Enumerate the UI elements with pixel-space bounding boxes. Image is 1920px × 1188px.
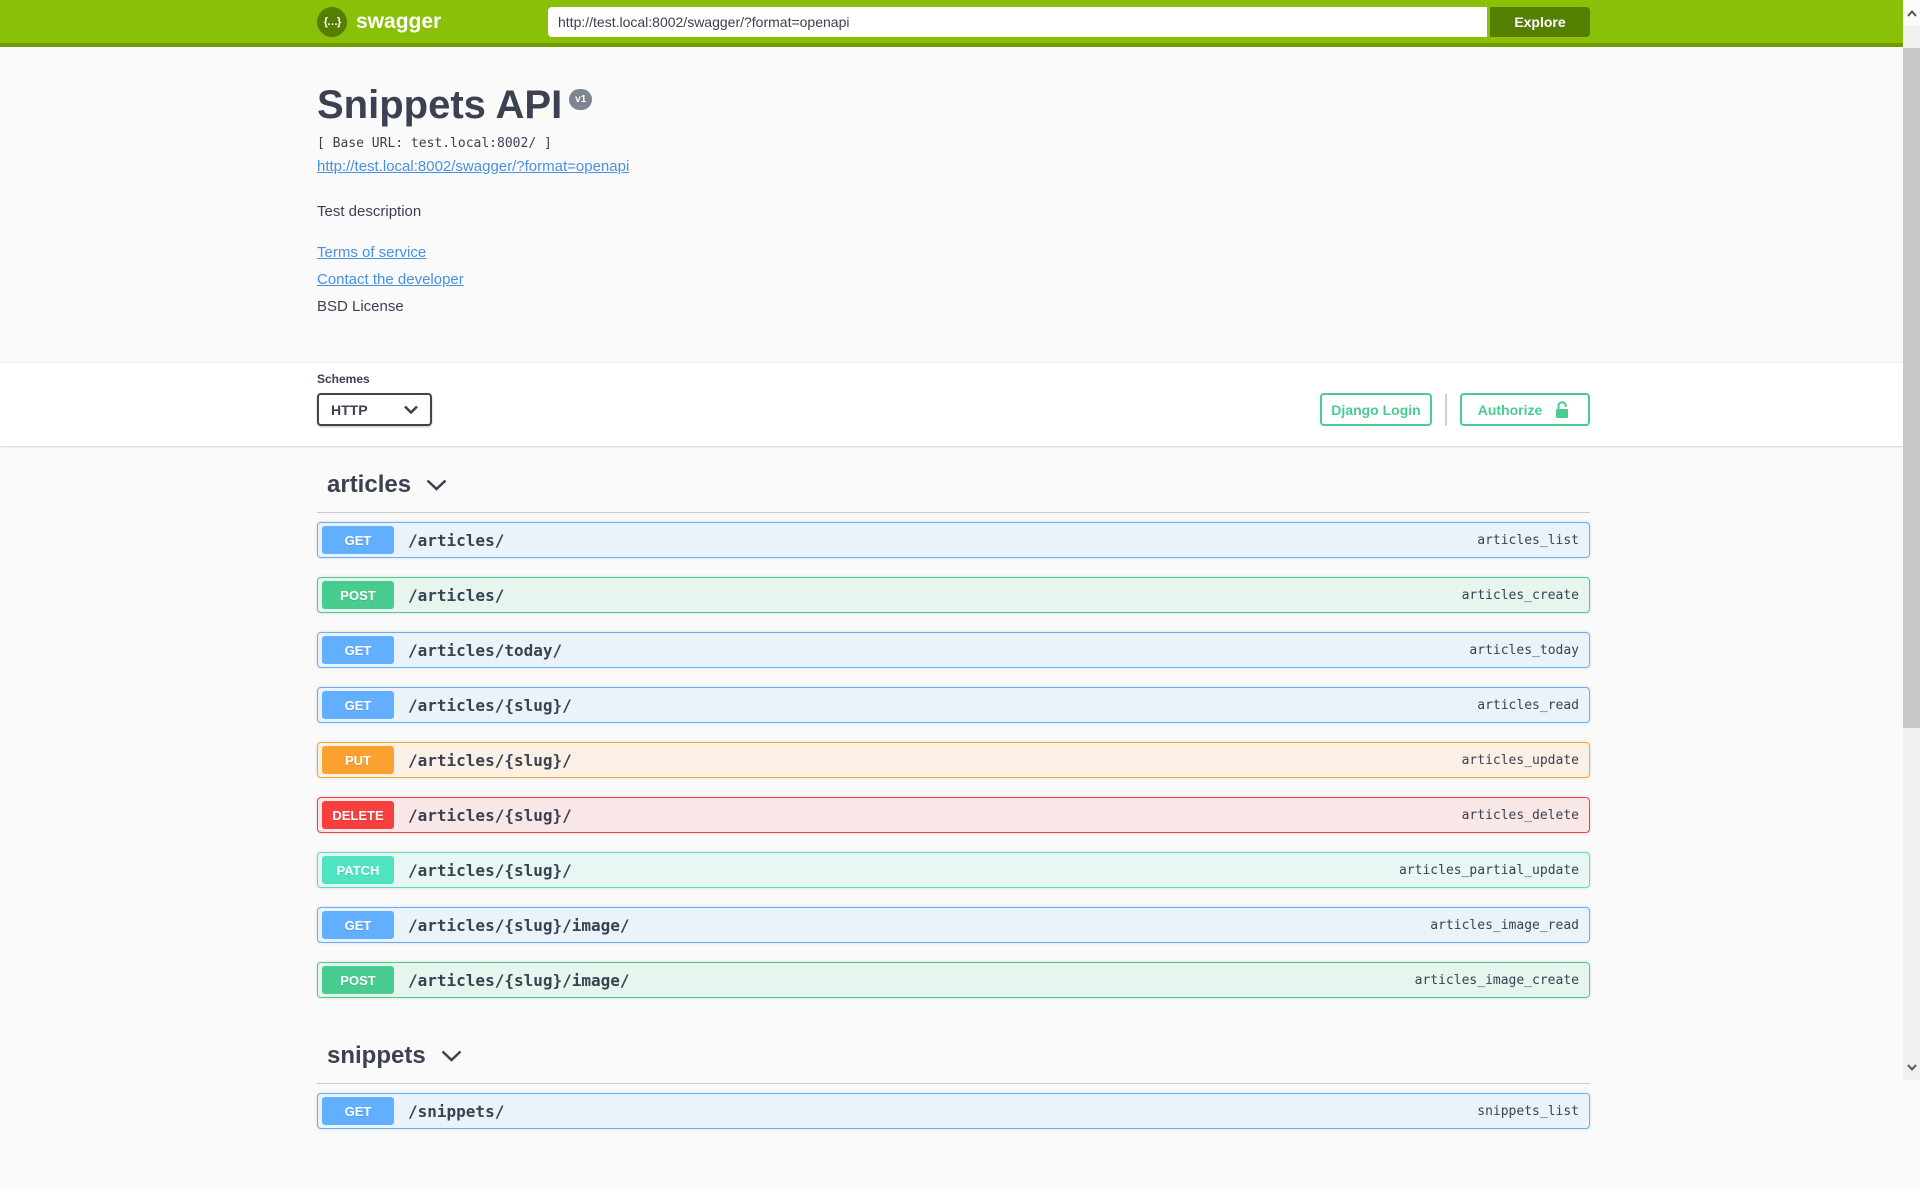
scheme-selected-value: HTTP: [331, 401, 368, 418]
op-path: /articles/{slug}/: [408, 695, 572, 715]
op-id: articles_update: [1461, 752, 1579, 768]
op-id: snippets_list: [1477, 1103, 1579, 1119]
topbar: {…} swagger Explore: [0, 0, 1920, 47]
schemes-block: Schemes HTTP: [317, 372, 432, 426]
download-url-form: Explore: [548, 6, 1590, 37]
op-id: articles_list: [1477, 532, 1579, 548]
info-section: Snippets API v1 [ Base URL: test.local:80…: [0, 47, 1920, 363]
op-path: /articles/{slug}/: [408, 750, 572, 770]
method-badge: POST: [322, 581, 394, 609]
section-header[interactable]: articles: [317, 446, 1590, 512]
scroll-up-button[interactable]: [1903, 0, 1920, 26]
swagger-logo-text: swagger: [356, 9, 442, 33]
op-id: articles_image_read: [1430, 917, 1579, 933]
op-row[interactable]: GET /snippets/ snippets_list: [317, 1093, 1590, 1129]
scroll-down-arrow-icon: [1906, 1063, 1917, 1071]
contact-developer-link[interactable]: Contact the developer: [317, 271, 1590, 288]
section-chevron-down-icon: [441, 1050, 462, 1062]
auth-divider: [1445, 393, 1447, 426]
scrollbar-thumb[interactable]: [1903, 48, 1920, 728]
lock-open-icon: [1556, 400, 1569, 418]
op-path: /articles/{slug}/: [408, 860, 572, 880]
scroll-up-arrow-icon: [1906, 9, 1917, 17]
method-badge: GET: [322, 911, 394, 939]
method-badge: POST: [322, 966, 394, 994]
license-text: BSD License: [317, 298, 404, 315]
operations-area: articles GET /articles/ articles_list PO…: [317, 446, 1590, 1188]
method-badge: GET: [322, 526, 394, 554]
swagger-logo: {…} swagger: [317, 6, 442, 37]
op-path: /articles/{slug}/image/: [408, 915, 630, 935]
base-url: [ Base URL: test.local:8002/ ]: [317, 136, 552, 151]
op-row[interactable]: PATCH /articles/{slug}/ articles_partial…: [317, 852, 1590, 888]
scrollbar[interactable]: [1903, 0, 1920, 1080]
method-badge: DELETE: [322, 801, 394, 829]
op-id: articles_partial_update: [1398, 862, 1579, 878]
op-row[interactable]: DELETE /articles/{slug}/ articles_delete: [317, 797, 1590, 833]
op-row[interactable]: GET /articles/ articles_list: [317, 522, 1590, 558]
spec-url-input[interactable]: [548, 6, 1487, 37]
op-id: articles_today: [1469, 642, 1579, 658]
op-row[interactable]: POST /articles/{slug}/image/ articles_im…: [317, 962, 1590, 998]
op-path: /articles/: [408, 530, 505, 550]
section-header[interactable]: snippets: [317, 1017, 1590, 1083]
method-badge: GET: [322, 636, 394, 664]
api-title: Snippets API: [317, 83, 563, 127]
op-id: articles_create: [1461, 587, 1579, 603]
op-path: /articles/today/: [408, 640, 563, 660]
version-badge: v1: [569, 89, 593, 110]
section-title: snippets: [327, 1042, 426, 1069]
spec-link[interactable]: http://test.local:8002/swagger/?format=o…: [317, 158, 629, 175]
method-badge: PATCH: [322, 856, 394, 884]
opblock-tag-section: articles GET /articles/ articles_list PO…: [317, 446, 1590, 998]
method-badge: GET: [322, 1097, 394, 1125]
method-badge: GET: [322, 691, 394, 719]
scheme-container: Schemes HTTP Django Login Authorize: [0, 363, 1920, 446]
op-id: articles_read: [1477, 697, 1579, 713]
op-path: /articles/: [408, 585, 505, 605]
op-list: GET /snippets/ snippets_list: [317, 1084, 1590, 1129]
django-login-button[interactable]: Django Login: [1320, 393, 1432, 426]
op-list: GET /articles/ articles_list POST /artic…: [317, 513, 1590, 998]
terms-of-service-link[interactable]: Terms of service: [317, 244, 1590, 261]
api-description: Test description: [317, 203, 422, 220]
chevron-down-icon: [404, 405, 418, 414]
op-row[interactable]: GET /articles/today/ articles_today: [317, 632, 1590, 668]
section-chevron-down-icon: [426, 479, 447, 491]
opblock-tag-section: snippets GET /snippets/ snippets_list: [317, 1017, 1590, 1129]
op-id: articles_delete: [1461, 807, 1579, 823]
op-row[interactable]: GET /articles/{slug}/image/ articles_ima…: [317, 907, 1590, 943]
schemes-label: Schemes: [317, 372, 370, 386]
op-path: /snippets/: [408, 1101, 505, 1121]
scheme-select[interactable]: HTTP: [317, 393, 432, 426]
swagger-logo-icon: {…}: [317, 6, 347, 37]
explore-button[interactable]: Explore: [1490, 6, 1590, 37]
op-id: articles_image_create: [1414, 972, 1579, 988]
op-row[interactable]: GET /articles/{slug}/ articles_read: [317, 687, 1590, 723]
authorize-button[interactable]: Authorize: [1460, 393, 1590, 426]
op-path: /articles/{slug}/image/: [408, 970, 630, 990]
op-path: /articles/{slug}/: [408, 805, 572, 825]
method-badge: PUT: [322, 746, 394, 774]
auth-wrapper: Django Login Authorize: [1320, 393, 1590, 426]
authorize-button-label: Authorize: [1477, 401, 1543, 418]
section-title: articles: [327, 471, 412, 498]
op-row[interactable]: PUT /articles/{slug}/ articles_update: [317, 742, 1590, 778]
op-row[interactable]: POST /articles/ articles_create: [317, 577, 1590, 613]
scroll-down-button[interactable]: [1903, 1054, 1920, 1080]
